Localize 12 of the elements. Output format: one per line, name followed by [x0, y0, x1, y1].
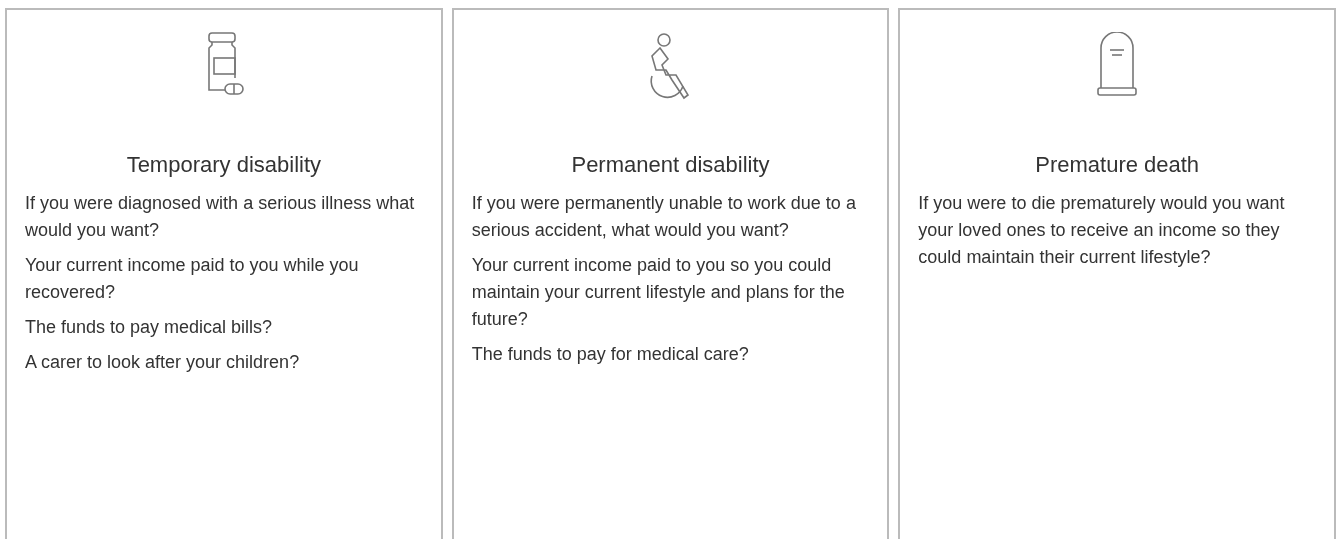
card-paragraph: Your current income paid to you while you recovered?: [25, 254, 360, 304]
card-paragraph: Your current income paid to you so you could maintain your current lifestyle and plans for the future?: [471, 254, 846, 331]
gravestone-icon: [1097, 32, 1138, 96]
card-paragraph: If you were to die prematurely would you want your loved ones to receive an income so they could maintain their current lifestyle?: [918, 192, 1286, 269]
card-title: Temporary disability: [125, 152, 323, 178]
card-paragraph: The funds to pay medical bills?: [25, 316, 274, 339]
card-paragraph: If you were diagnosed with a serious illness what would you want?: [25, 192, 416, 242]
card-title: Premature death: [1034, 152, 1201, 178]
card-paragraph: The funds to pay for medical care?: [471, 343, 750, 366]
card-paragraph: A carer to look after your children?: [25, 351, 301, 374]
card-title: Permanent disability: [570, 152, 771, 178]
card-paragraph: If you were permanently unable to work due to a serious accident, what would you want?: [471, 192, 857, 242]
